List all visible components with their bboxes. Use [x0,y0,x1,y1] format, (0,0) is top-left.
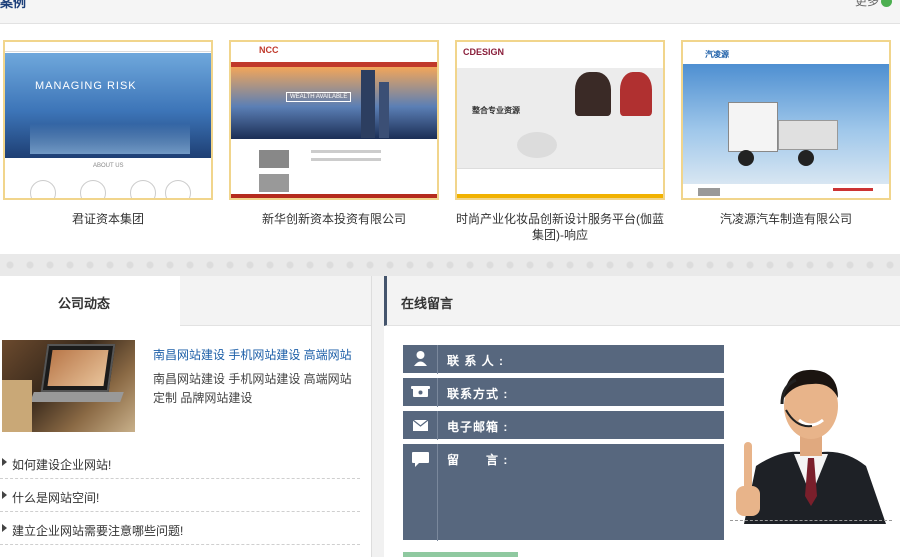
tab-company-news[interactable]: 公司动态 [0,276,180,326]
case-name[interactable]: 新华创新资本投资有限公司 [229,211,439,227]
field-label: 联 系 人 : [447,354,504,368]
email-field[interactable]: 电子邮箱 : [403,411,724,440]
divider-line [730,520,892,521]
field-label: 联系方式 : [447,387,509,401]
case-name[interactable]: 汽凌源汽车制造有限公司 [681,211,891,227]
news-link[interactable]: 什么是网站空间! [12,489,99,506]
case-thumbnail[interactable]: CDESIGN 整合专业资源 [455,40,665,200]
thumb-logo: CDESIGN [463,47,505,57]
person-icon [403,345,438,374]
contact-name-field[interactable]: 联 系 人 : [403,345,724,374]
thumb-subline: ABOUT US [93,163,124,169]
news-link[interactable]: 建立企业网站需要注意哪些问题! [12,522,183,539]
case-name[interactable]: 君证资本集团 [3,211,213,227]
cases-list: MANAGING RISK ABOUT US 君证资本集团 NCC WEALTH… [0,24,900,254]
list-item[interactable]: 什么是网站空间! [0,479,360,512]
message-title: 在线留言 [401,296,454,311]
field-label: 留 言 : [447,453,509,467]
cases-header: 案例 更多 [0,0,900,24]
case-thumbnail[interactable]: 汽凌源 [681,40,891,200]
bullet-icon [2,491,7,499]
case-card[interactable]: MANAGING RISK ABOUT US 君证资本集团 [3,40,213,227]
bullet-icon [2,524,7,532]
chat-icon [403,444,438,541]
case-name[interactable]: 时尚产业化妆品创新设计服务平台(伽蓝集团)-响应 [455,211,665,243]
case-card[interactable]: NCC WEALTH AVAILABLE 新华创新资本投资有限公司 [229,40,439,227]
cases-title: 案例 [0,0,27,10]
thumb-subline: 整合专业资源 [472,106,520,115]
phone-icon [403,378,438,407]
thumb-headline: MANAGING RISK [35,80,137,92]
news-feature-image[interactable] [2,340,135,432]
cases-more-link[interactable]: 更多 [855,0,892,9]
news-list: 如何建设企业网站! 什么是网站空间! 建立企业网站需要注意哪些问题! [0,446,360,545]
message-header: 在线留言 [384,276,900,326]
news-feature-desc: 南昌网站建设 手机网站建设 高端网站定制 品牌网站建设 [153,372,352,405]
case-card[interactable]: 汽凌源 汽凌源汽车制造有限公司 [681,40,891,227]
list-item[interactable]: 建立企业网站需要注意哪些问题! [0,512,360,545]
more-label[interactable]: 更多 [855,0,879,8]
decorative-divider [0,254,900,276]
thumb-logo: 汽凌源 [705,50,729,59]
field-label: 电子邮箱 : [447,420,509,434]
thumb-logo: NCC [259,45,279,55]
thumb-subline: WEALTH AVAILABLE [286,92,352,102]
case-thumbnail[interactable]: MANAGING RISK ABOUT US [3,40,213,200]
case-card[interactable]: CDESIGN 整合专业资源 时尚产业化妆品创新设计服务平台(伽蓝集团)-响应 [455,40,665,243]
tab-label[interactable]: 公司动态 [58,293,110,312]
news-tabbar: 公司动态 [0,276,371,326]
case-thumbnail[interactable]: NCC WEALTH AVAILABLE [229,40,439,200]
customer-service-image [726,346,896,524]
bullet-icon [2,458,7,466]
news-link[interactable]: 如何建设企业网站! [12,456,111,473]
contact-phone-field[interactable]: 联系方式 : [403,378,724,407]
submit-button[interactable] [403,552,518,557]
mail-icon [403,411,438,440]
news-panel: 公司动态 南昌网站建设 手机网站建设 高端网站 南昌网站建设 手机网站建设 高端… [0,276,372,557]
news-feature-title[interactable]: 南昌网站建设 手机网站建设 高端网站 [153,346,352,363]
list-item[interactable]: 如何建设企业网站! [0,446,360,479]
message-textarea[interactable]: 留 言 : [403,444,724,541]
more-arrow-icon[interactable] [881,0,892,8]
